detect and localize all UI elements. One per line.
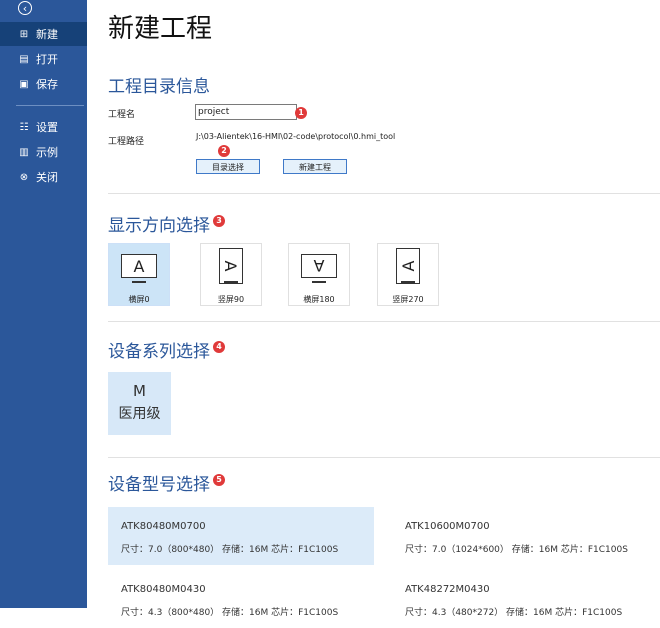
open-folder-icon: ▤ <box>19 53 29 65</box>
model-spec: 尺寸：4.3（480*272） 存储：16M 芯片：F1C100S <box>405 608 623 618</box>
orientation-landscape-180[interactable]: A 横屏180 <box>288 243 350 306</box>
project-path-label: 工程路径 <box>108 137 145 147</box>
model-card[interactable]: ATK80480M0430 尺寸：4.3（800*480） 存储：16M 芯片：… <box>108 570 374 628</box>
create-project-button[interactable]: 新建工程 <box>283 159 347 174</box>
model-name: ATK10600M0700 <box>405 521 490 532</box>
project-section-title: 工程目录信息 <box>108 77 210 97</box>
sidebar-item-label: 关闭 <box>36 171 58 184</box>
model-spec: 尺寸：7.0（800*480） 存储：16M 芯片：F1C100S <box>121 545 339 555</box>
sidebar-item-new[interactable]: ⊞ 新建 <box>0 22 87 46</box>
section-divider <box>108 457 660 458</box>
monitor-icon: A <box>301 254 337 278</box>
model-section-title: 设备型号选择 <box>108 475 210 495</box>
step-badge-4: 4 <box>213 341 225 353</box>
sidebar-item-label: 设置 <box>36 121 58 134</box>
step-badge-3: 3 <box>213 215 225 227</box>
model-name: ATK80480M0430 <box>121 584 206 595</box>
examples-icon: ▥ <box>19 146 29 158</box>
main-panel: 新建工程 工程目录信息 工程名 project 1 工程路径 J:\03-Ali… <box>87 0 660 618</box>
step-badge-5: 5 <box>213 474 225 486</box>
monitor-stand <box>132 281 146 283</box>
sidebar: ‹ ⊞ 新建 ▤ 打开 ▣ 保存 ☷ 设置 ▥ 示例 ⊗ 关闭 <box>0 0 87 608</box>
orientation-label: 竖屏90 <box>217 295 245 304</box>
sidebar-item-save[interactable]: ▣ 保存 <box>0 72 87 96</box>
sidebar-item-label: 示例 <box>36 146 58 159</box>
project-name-input[interactable]: project <box>195 104 297 120</box>
sidebar-item-open[interactable]: ▤ 打开 <box>0 47 87 71</box>
orientation-label: 横屏180 <box>303 295 335 304</box>
settings-icon: ☷ <box>19 121 29 133</box>
monitor-icon: A <box>396 248 420 284</box>
orientation-label: 竖屏270 <box>392 295 424 304</box>
section-divider <box>108 193 660 194</box>
model-spec: 尺寸：7.0（1024*600） 存储：16M 芯片：F1C100S <box>405 545 628 555</box>
sidebar-item-label: 保存 <box>36 78 58 91</box>
model-name: ATK48272M0430 <box>405 584 490 595</box>
sidebar-item-label: 打开 <box>36 53 58 66</box>
orientation-section-title: 显示方向选择 <box>108 216 210 236</box>
orientation-portrait-90[interactable]: A 竖屏90 <box>200 243 262 306</box>
sidebar-item-label: 新建 <box>36 28 58 41</box>
sidebar-item-examples[interactable]: ▥ 示例 <box>0 140 87 164</box>
back-icon[interactable]: ‹ <box>18 1 32 15</box>
page-title: 新建工程 <box>108 14 213 44</box>
series-card-medical[interactable]: M 医用级 <box>108 372 171 435</box>
monitor-stand <box>401 281 415 283</box>
sidebar-divider <box>16 105 84 106</box>
step-badge-1: 1 <box>295 107 307 119</box>
model-card[interactable]: ATK80480M0700 尺寸：7.0（800*480） 存储：16M 芯片：… <box>108 507 374 565</box>
monitor-stand <box>312 281 326 283</box>
model-card[interactable]: ATK10600M0700 尺寸：7.0（1024*600） 存储：16M 芯片… <box>392 507 658 565</box>
project-name-label: 工程名 <box>108 110 136 120</box>
orientation-label: 横屏0 <box>128 295 150 304</box>
model-name: ATK80480M0700 <box>121 521 206 532</box>
section-divider <box>108 321 660 322</box>
sidebar-item-settings[interactable]: ☷ 设置 <box>0 115 87 139</box>
series-section-title: 设备系列选择 <box>108 342 210 362</box>
monitor-stand <box>224 281 238 283</box>
series-name: 医用级 <box>118 406 161 422</box>
new-file-icon: ⊞ <box>19 28 29 40</box>
orientation-portrait-270[interactable]: A 竖屏270 <box>377 243 439 306</box>
save-icon: ▣ <box>19 78 29 90</box>
series-letter: M <box>133 382 146 400</box>
step-badge-2: 2 <box>218 145 230 157</box>
select-directory-button[interactable]: 目录选择 <box>196 159 260 174</box>
monitor-icon: A <box>121 254 157 278</box>
model-card[interactable]: ATK48272M0430 尺寸：4.3（480*272） 存储：16M 芯片：… <box>392 570 658 628</box>
model-spec: 尺寸：4.3（800*480） 存储：16M 芯片：F1C100S <box>121 608 339 618</box>
monitor-icon: A <box>219 248 243 284</box>
orientation-landscape-0[interactable]: A 横屏0 <box>108 243 170 306</box>
project-path-value: J:\03-Alientek\16-HMI\02-code\protocol\0… <box>196 132 396 141</box>
sidebar-item-close[interactable]: ⊗ 关闭 <box>0 165 87 189</box>
close-icon: ⊗ <box>19 171 29 183</box>
